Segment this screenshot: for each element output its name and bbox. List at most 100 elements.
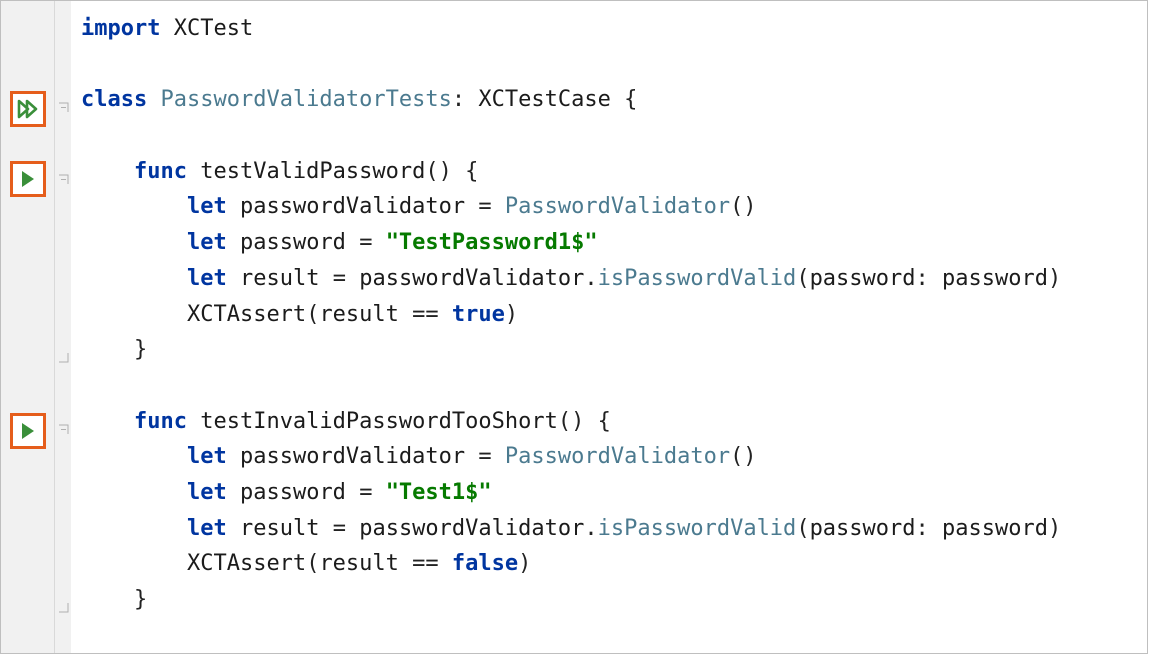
assert-call: XCTAssert [187,302,306,327]
base-class: XCTestCase [478,87,610,112]
code-line: let result = passwordValidator.isPasswor… [81,511,1147,547]
close-paren: ) [518,551,531,576]
dot: . [584,266,597,291]
keyword-import: import [81,16,160,41]
keyword-func: func [134,159,187,184]
close-paren: ) [1048,266,1061,291]
fold-toggle-func2[interactable] [57,423,69,435]
keyword-let: let [187,516,227,541]
keyword-false: false [452,551,518,576]
equals: = [333,516,346,541]
lhs: result [319,551,398,576]
equals: = [359,230,372,255]
var-name: password [240,230,346,255]
operator: == [412,302,439,327]
code-line: let passwordValidator = PasswordValidato… [81,439,1147,475]
editor-gutter [1,1,55,653]
code-line: let password = "TestPassword1$" [81,225,1147,261]
double-play-icon [17,99,39,119]
code-line: func testInvalidPasswordTooShort() { [81,404,1147,440]
equals: = [478,444,491,469]
code-line: XCTAssert(result == false) [81,546,1147,582]
code-line: import XCTest [81,11,1147,47]
keyword-let: let [187,230,227,255]
equals: = [478,194,491,219]
lhs: result [319,302,398,327]
play-icon [19,421,37,441]
blank-line [81,368,1147,404]
var-name: result [240,516,319,541]
arg-label: password [810,266,916,291]
call-parens: () [730,444,757,469]
keyword-let: let [187,266,227,291]
var-name: password [240,480,346,505]
open-paren: ( [796,266,809,291]
arg-value: password [942,266,1048,291]
code-line: XCTAssert(result == true) [81,297,1147,333]
code-line: } [81,332,1147,368]
run-test-button-1[interactable] [10,161,46,197]
keyword-let: let [187,194,227,219]
keyword-class: class [81,87,147,112]
method-call: isPasswordValid [598,516,797,541]
func-name: testValidPassword [200,159,425,184]
code-line: let passwordValidator = PasswordValidato… [81,189,1147,225]
colon: : [916,266,929,291]
fold-strip [55,1,71,653]
code-line: class PasswordValidatorTests: XCTestCase… [81,82,1147,118]
close-paren: ) [1048,516,1061,541]
close-paren: ) [505,302,518,327]
arg-label: password [810,516,916,541]
func-name: testInvalidPasswordTooShort [200,409,558,434]
keyword-let: let [187,480,227,505]
module-name: XCTest [174,16,253,41]
open-brace: { [465,159,478,184]
open-paren: ( [306,551,319,576]
equals: = [359,480,372,505]
type-name: PasswordValidator [505,444,730,469]
string-literal: "TestPassword1$" [386,230,598,255]
open-brace: { [598,409,611,434]
code-line: let result = passwordValidator.isPasswor… [81,261,1147,297]
var-name: result [240,266,319,291]
arg-value: password [942,516,1048,541]
object-ref: passwordValidator [359,266,584,291]
run-all-tests-button[interactable] [10,91,46,127]
colon: : [916,516,929,541]
class-name: PasswordValidatorTests [160,87,451,112]
assert-call: XCTAssert [187,551,306,576]
code-line: let password = "Test1$" [81,475,1147,511]
operator: == [412,551,439,576]
var-name: passwordValidator [240,194,465,219]
blank-line [81,118,1147,154]
code-area[interactable]: import XCTest class PasswordValidatorTes… [71,1,1147,653]
keyword-func: func [134,409,187,434]
fold-end-func2[interactable] [57,601,69,613]
close-brace: } [134,587,147,612]
code-line: func testValidPassword() { [81,154,1147,190]
dot: . [584,516,597,541]
open-brace: { [624,87,637,112]
string-literal: "Test1$" [386,480,492,505]
code-line: } [81,582,1147,618]
type-name: PasswordValidator [505,194,730,219]
close-brace: } [134,337,147,362]
colon: : [452,87,465,112]
keyword-let: let [187,444,227,469]
equals: = [333,266,346,291]
open-paren: ( [306,302,319,327]
blank-line [81,47,1147,83]
editor-frame: import XCTest class PasswordValidatorTes… [0,0,1148,654]
var-name: passwordValidator [240,444,465,469]
method-call: isPasswordValid [598,266,797,291]
fold-toggle-class[interactable] [57,101,69,113]
call-parens: () [730,194,757,219]
object-ref: passwordValidator [359,516,584,541]
fold-end-func1[interactable] [57,351,69,363]
parens: () [425,159,452,184]
keyword-true: true [452,302,505,327]
parens: () [558,409,585,434]
run-test-button-2[interactable] [10,413,46,449]
open-paren: ( [796,516,809,541]
fold-toggle-func1[interactable] [57,173,69,185]
